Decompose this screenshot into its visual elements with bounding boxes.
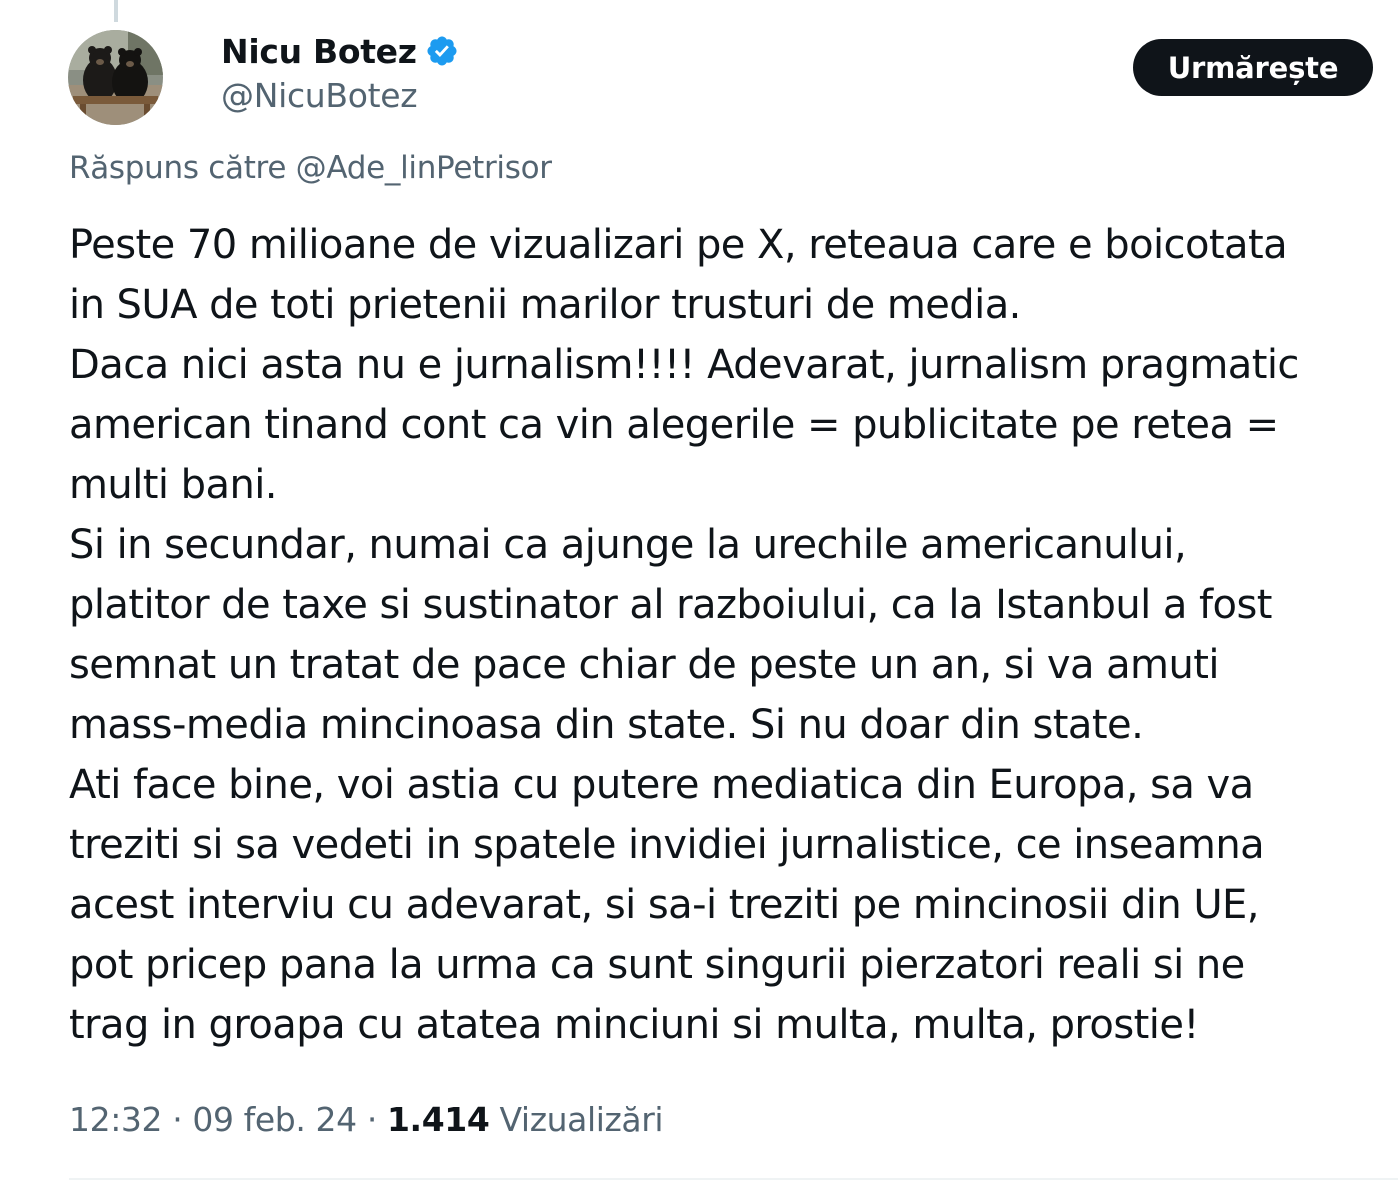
reply-to-prefix: Răspuns către bbox=[69, 150, 287, 186]
tweet-text-line: platitor de taxe si sustinator al razboi… bbox=[69, 582, 1272, 628]
divider bbox=[69, 1178, 1398, 1180]
tweet-text-line: Daca nici asta nu e jurnalism!!!! Adevar… bbox=[69, 342, 1299, 388]
tweet-text-line: american tinand cont ca vin alegerile = … bbox=[69, 402, 1279, 448]
tweet-text-line: Ati face bine, voi astia cu putere media… bbox=[69, 762, 1254, 808]
tweet-text-line: trag in groapa cu atatea minciuni si mul… bbox=[69, 1002, 1199, 1048]
tweet-text-line: treziti si sa vedeti in spatele invidiei… bbox=[69, 822, 1265, 868]
meta-separator: · bbox=[172, 1100, 183, 1139]
tweet-text: Peste 70 milioane de vizualizari pe X, r… bbox=[69, 215, 1398, 1055]
tweet-text-line: semnat un tratat de pace chiar de peste … bbox=[69, 642, 1220, 688]
tweet-author: Nicu Botez @NicuBotez bbox=[221, 28, 459, 115]
tweet-text-line: pot pricep pana la urma ca sunt singurii… bbox=[69, 942, 1245, 988]
tweet-text-line: Peste 70 milioane de vizualizari pe X, r… bbox=[69, 222, 1288, 268]
avatar-bears-image bbox=[68, 30, 163, 125]
views-count[interactable]: 1.414 bbox=[387, 1100, 490, 1139]
meta-separator: · bbox=[366, 1100, 377, 1139]
author-name-row: Nicu Botez bbox=[221, 28, 459, 74]
verified-badge-icon[interactable] bbox=[425, 34, 459, 68]
reply-to-mention-link[interactable]: @Ade_linPetrisor bbox=[296, 150, 552, 186]
tweet-text-line: acest interviu cu adevarat, si sa-i trez… bbox=[69, 882, 1259, 928]
tweet-metadata: 12:32 · 09 feb. 24 · 1.414 Vizualizări bbox=[69, 1100, 664, 1139]
tweet-text-line: Si in secundar, numai ca ajunge la urech… bbox=[69, 522, 1187, 568]
tweet-text-line: in SUA de toti prietenii marilor trustur… bbox=[69, 282, 1021, 328]
views-label[interactable]: Vizualizări bbox=[499, 1100, 663, 1139]
thread-connector-line bbox=[114, 0, 118, 22]
tweet-time-link[interactable]: 12:32 bbox=[69, 1100, 163, 1139]
reply-to-line: Răspuns către @Ade_linPetrisor bbox=[69, 150, 552, 186]
tweet-text-line: mass-media mincinoasa din state. Si nu d… bbox=[69, 702, 1144, 748]
author-display-name[interactable]: Nicu Botez bbox=[221, 32, 417, 71]
tweet-date-link[interactable]: 09 feb. 24 bbox=[192, 1100, 357, 1139]
tweet-text-line: multi bani. bbox=[69, 462, 278, 508]
avatar[interactable] bbox=[68, 30, 163, 125]
author-handle[interactable]: @NicuBotez bbox=[221, 76, 459, 115]
follow-button[interactable]: Urmărește bbox=[1133, 39, 1373, 96]
